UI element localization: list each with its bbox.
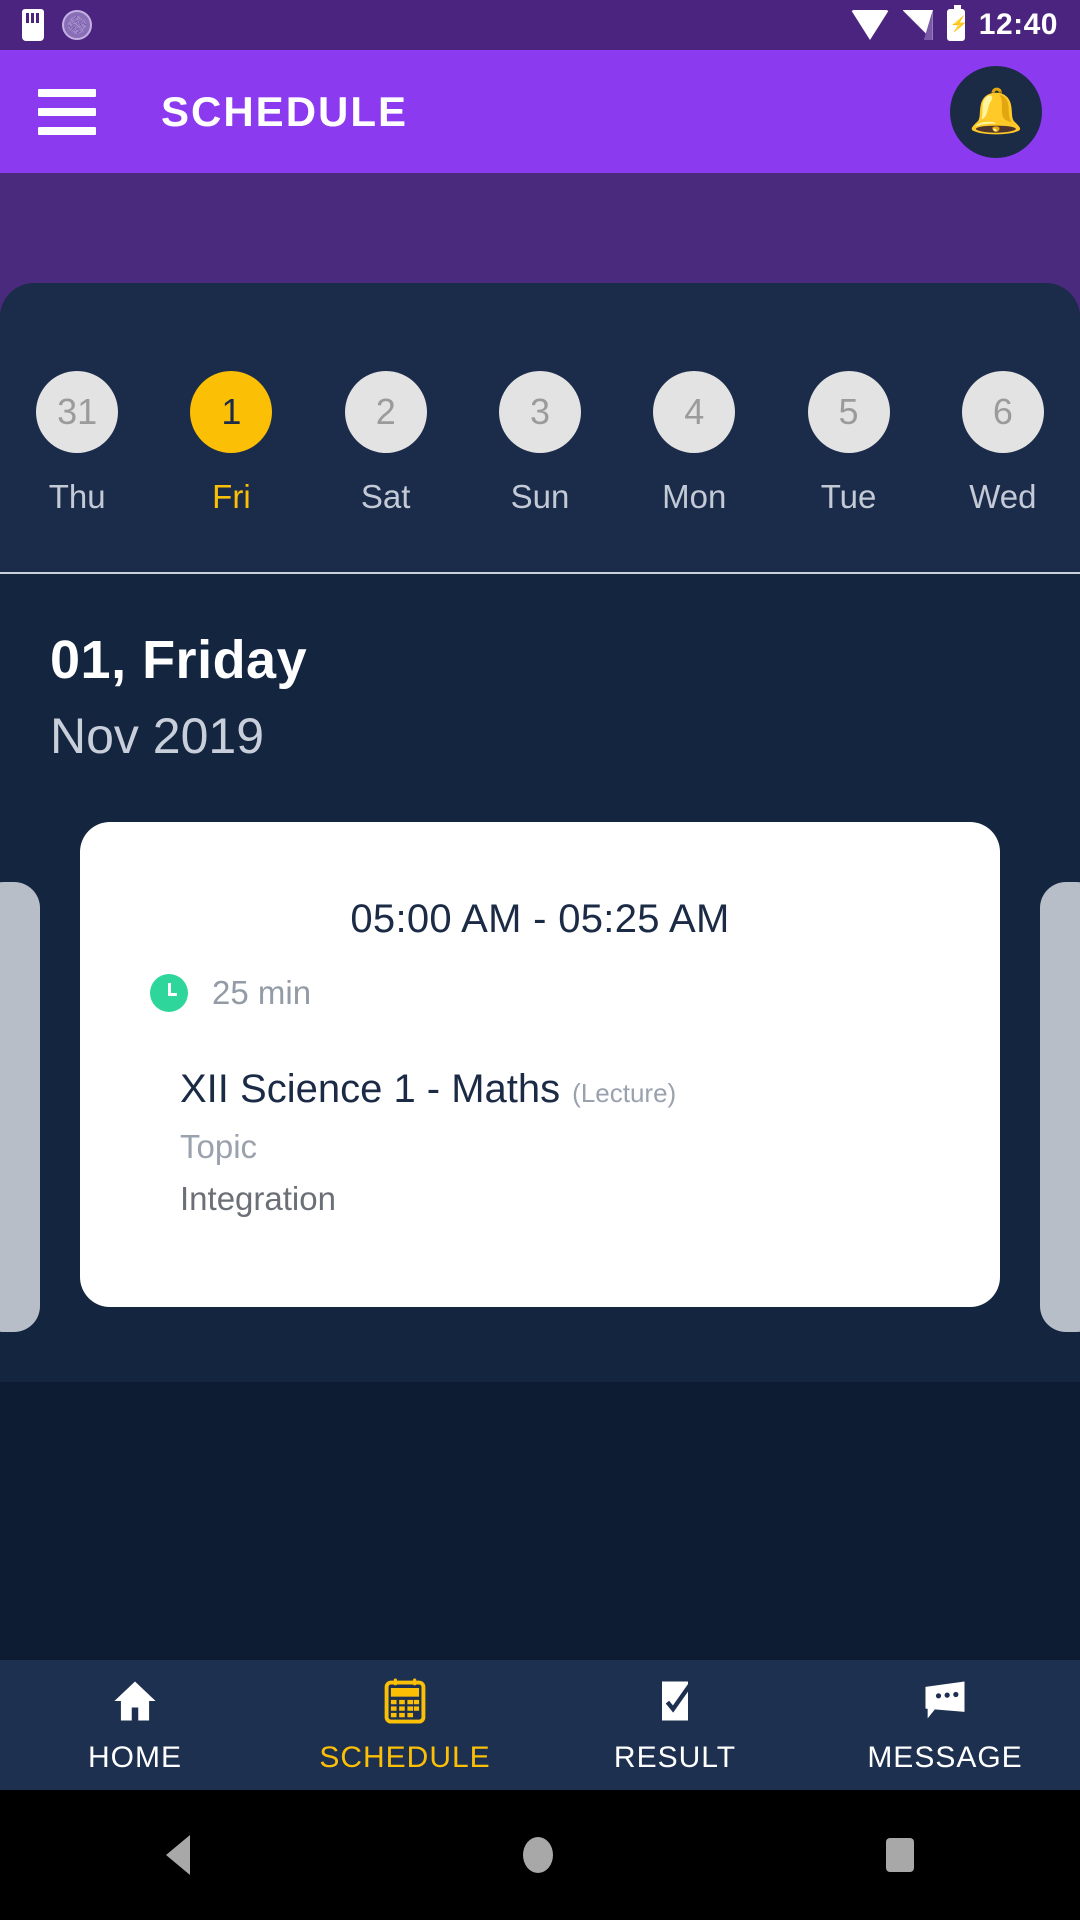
event-card-carousel[interactable]: 05:00 AM - 05:25 AM 25 min XII Science 1… <box>0 822 1080 1382</box>
sd-card-icon <box>22 9 44 41</box>
nav-item-schedule[interactable]: SCHEDULE <box>270 1675 540 1775</box>
event-time-range: 05:00 AM - 05:25 AM <box>350 897 730 941</box>
nav-item-home[interactable]: HOME <box>0 1675 270 1775</box>
event-subject-row: XII Science 1 - Maths (Lecture) <box>150 1067 930 1112</box>
day-number: 3 <box>498 371 581 453</box>
app-bar: SCHEDULE 🔔 <box>0 50 1080 173</box>
day-label: Sun <box>510 478 570 515</box>
day-number: 6 <box>961 371 1044 453</box>
day-item-31[interactable]: 31 Thu <box>0 371 154 516</box>
day-number: 5 <box>807 371 890 453</box>
schedule-content: 01, Friday Nov 2019 05:00 AM - 05:25 AM … <box>0 574 1080 1382</box>
nav-item-message[interactable]: MESSAGE <box>810 1675 1080 1775</box>
status-bar-left-icons <box>22 9 92 41</box>
day-item-1[interactable]: 1 Fri <box>154 371 308 516</box>
clock-icon <box>150 974 188 1012</box>
event-topic-value: Integration <box>180 1180 336 1217</box>
event-card[interactable]: 05:00 AM - 05:25 AM 25 min XII Science 1… <box>80 822 1000 1307</box>
selected-date-heading: 01, Friday Nov 2019 <box>0 629 1080 765</box>
result-icon <box>649 1675 701 1727</box>
day-item-4[interactable]: 4 Mon <box>617 371 771 516</box>
day-label: Mon <box>662 478 727 515</box>
nav-label-result: RESULT <box>613 1741 737 1774</box>
date-strip-card: 31 Thu 1 Fri 2 Sat 3 Sun 4 Mon 5 Tue 6 W… <box>0 283 1080 574</box>
event-kind: (Lecture) <box>572 1078 677 1108</box>
status-bar-clock: 12:40 <box>978 8 1058 41</box>
day-number: 4 <box>653 371 736 453</box>
page-title: SCHEDULE <box>161 87 409 135</box>
status-bar: 12:40 <box>0 0 1080 50</box>
day-label: Thu <box>48 478 106 515</box>
day-number: 31 <box>36 371 119 453</box>
event-subject: XII Science 1 - Maths <box>180 1067 561 1111</box>
day-number: 2 <box>344 371 427 453</box>
day-label: Tue <box>820 478 877 515</box>
nav-label-schedule: SCHEDULE <box>319 1741 491 1774</box>
day-label: Wed <box>969 478 1037 515</box>
message-icon <box>919 1675 971 1727</box>
event-duration: 25 min <box>212 974 312 1011</box>
bell-icon: 🔔 <box>968 86 1024 136</box>
date-strip-days: 31 Thu 1 Fri 2 Sat 3 Sun 4 Mon 5 Tue 6 W… <box>0 371 1080 516</box>
back-triangle-icon[interactable] <box>166 1835 191 1875</box>
home-icon <box>109 1675 161 1727</box>
day-item-5[interactable]: 5 Tue <box>771 371 925 516</box>
notification-button[interactable]: 🔔 <box>950 65 1042 158</box>
event-topic-label: Topic <box>180 1128 258 1165</box>
selected-date-day: 01, Friday <box>50 630 308 690</box>
status-bar-right-icons: 12:40 <box>850 5 1058 42</box>
battery-charging-icon <box>946 5 965 41</box>
nav-label-home: HOME <box>88 1741 182 1774</box>
hamburger-menu-icon[interactable] <box>38 88 96 135</box>
signal-icon <box>902 10 933 40</box>
nav-item-result[interactable]: RESULT <box>540 1675 810 1775</box>
selected-date-month: Nov 2019 <box>50 708 265 764</box>
day-number: 1 <box>190 371 273 453</box>
wifi-icon <box>850 10 889 40</box>
calendar-icon <box>379 1675 431 1727</box>
event-duration-row: 25 min <box>150 974 930 1012</box>
home-circle-icon[interactable] <box>522 1837 553 1873</box>
next-card-peek[interactable] <box>1040 882 1080 1332</box>
day-item-2[interactable]: 2 Sat <box>309 371 463 516</box>
bottom-navigation: HOME SCHEDULE RESULT MESSAGE <box>0 1660 1080 1790</box>
day-item-3[interactable]: 3 Sun <box>463 371 617 516</box>
dial-icon <box>62 10 92 40</box>
android-navigation-bar <box>0 1790 1080 1920</box>
day-label: Fri <box>212 478 251 515</box>
day-label: Sat <box>360 478 411 515</box>
nav-label-message: MESSAGE <box>867 1741 1023 1774</box>
day-item-6[interactable]: 6 Wed <box>926 371 1080 516</box>
previous-card-peek[interactable] <box>0 882 40 1332</box>
recents-square-icon[interactable] <box>885 1838 914 1872</box>
